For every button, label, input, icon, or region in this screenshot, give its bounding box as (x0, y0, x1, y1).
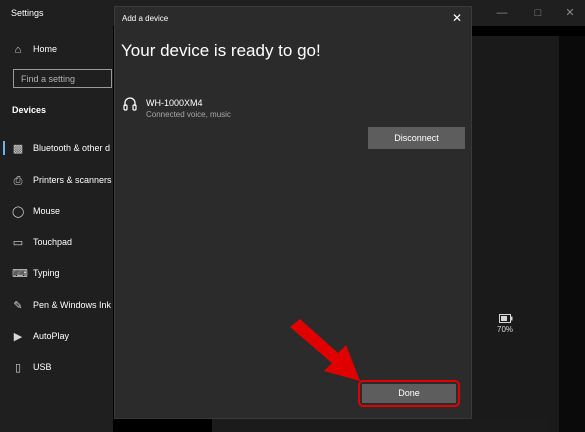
headphones-icon (123, 97, 137, 111)
nav-label: AutoPlay (33, 331, 70, 341)
pen-icon: ✎ (13, 300, 23, 312)
nav-item-typing[interactable]: ⌨ Typing (0, 261, 113, 289)
nav-label: Touchpad (33, 237, 73, 247)
nav-item-mouse[interactable]: ◯ Mouse (0, 199, 113, 227)
nav-label: Mouse (33, 206, 61, 216)
close-window-icon[interactable]: ✕ (560, 5, 580, 21)
printer-icon: ⎙ (13, 175, 23, 187)
dialog-heading: Your device is ready to go! (121, 41, 321, 60)
section-heading: Devices (12, 105, 47, 115)
bluetooth-icon: ▩ (12, 143, 24, 155)
nav-label: Bluetooth & other d (33, 143, 111, 153)
nav-label: Typing (33, 268, 60, 278)
touchpad-icon: ▭ (12, 237, 24, 249)
done-button[interactable]: Done (362, 384, 456, 403)
desktop-edge (559, 36, 585, 432)
close-icon[interactable]: ✕ (449, 10, 465, 26)
nav-item-autoplay[interactable]: ▶ AutoPlay (0, 324, 113, 352)
maximize-icon[interactable]: □ (528, 5, 548, 21)
nav-label: Pen & Windows Ink (33, 300, 112, 310)
app-title: Settings (11, 8, 44, 18)
nav-item-home[interactable]: ⌂ Home (0, 37, 113, 65)
keyboard-icon: ⌨ (12, 268, 28, 280)
mouse-icon: ◯ (12, 206, 25, 218)
usb-icon: ▯ (14, 362, 22, 374)
device-status: Connected voice, music (146, 110, 231, 119)
nav-label: Printers & scanners (33, 175, 112, 185)
nav-item-bluetooth[interactable]: ▩ Bluetooth & other d (0, 136, 113, 164)
nav-label: Home (33, 44, 58, 54)
battery-icon (499, 314, 513, 323)
minimize-icon[interactable]: — (492, 5, 512, 21)
autoplay-icon: ▶ (13, 331, 23, 343)
nav-item-touchpad[interactable]: ▭ Touchpad (0, 230, 113, 258)
nav-item-pen[interactable]: ✎ Pen & Windows Ink (0, 293, 113, 321)
battery-percentage: 70% (497, 325, 514, 334)
disconnect-button[interactable]: Disconnect (368, 127, 465, 149)
search-input[interactable]: Find a setting (13, 69, 112, 88)
nav-label: USB (33, 362, 52, 372)
dialog-title: Add a device (122, 14, 169, 23)
home-icon: ⌂ (14, 44, 22, 56)
red-arrow-annotation (290, 319, 360, 381)
device-name: WH-1000XM4 (146, 98, 203, 108)
nav-item-printers[interactable]: ⎙ Printers & scanners (0, 168, 113, 196)
search-placeholder: Find a setting (21, 74, 76, 84)
nav-item-usb[interactable]: ▯ USB (0, 355, 113, 383)
background-panel (212, 419, 547, 432)
